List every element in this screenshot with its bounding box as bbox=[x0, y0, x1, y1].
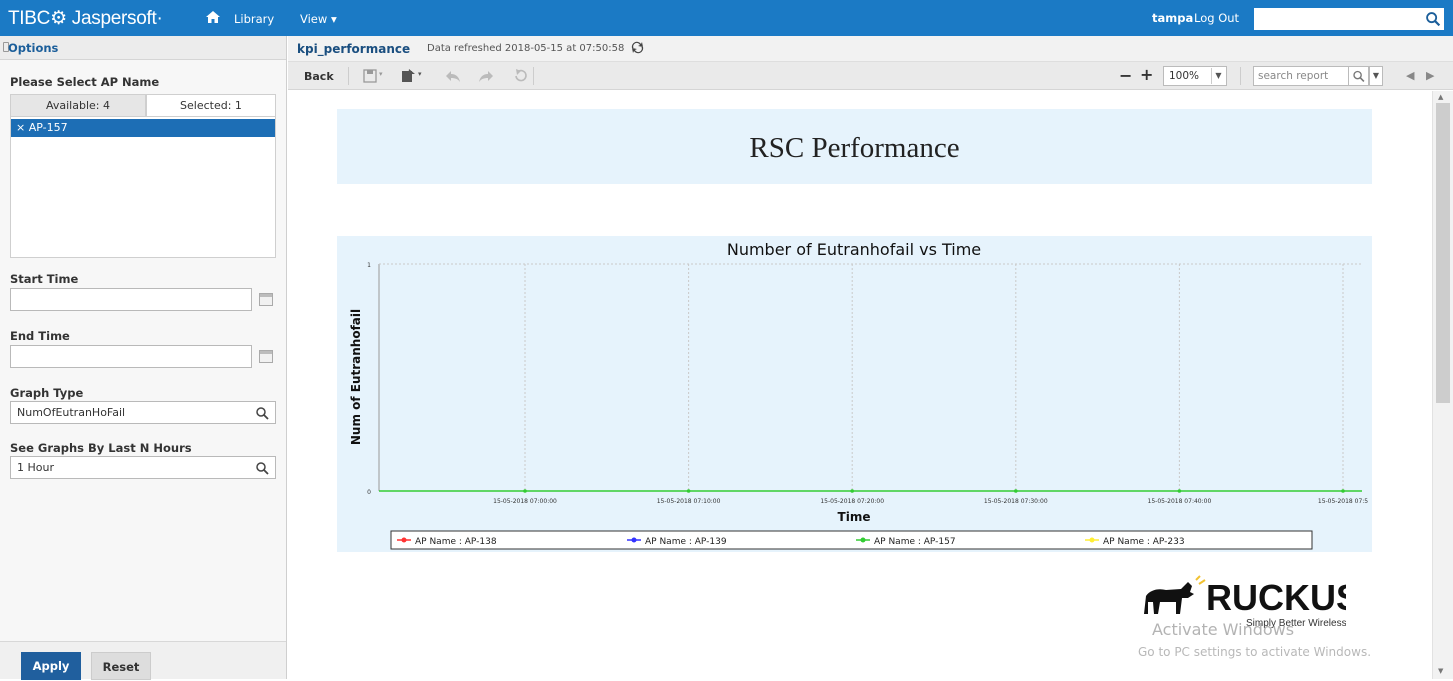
scroll-up-icon[interactable]: ▲ bbox=[1438, 93, 1443, 101]
legend-label: AP Name : AP-157 bbox=[874, 537, 956, 547]
legend-label: AP Name : AP-139 bbox=[645, 537, 727, 547]
last-n-hours-label: See Graphs By Last N Hours bbox=[10, 441, 192, 455]
y-axis-title: Num of Eutranhofail bbox=[349, 309, 363, 445]
next-result-icon[interactable]: ▶ bbox=[1426, 69, 1434, 82]
toolbar-divider bbox=[348, 67, 349, 85]
legend-marker bbox=[401, 537, 407, 543]
data-point bbox=[1014, 489, 1018, 493]
brand-logo: TIBC⚙ Jaspersoft· bbox=[8, 8, 163, 29]
x-tick-label: 15-05-2018 07:40:00 bbox=[1148, 498, 1212, 505]
toolbar-divider bbox=[1240, 67, 1241, 85]
zoom-select[interactable]: 100% ▼ bbox=[1163, 66, 1227, 86]
y-tick-label: 0 bbox=[367, 489, 371, 496]
search-icon[interactable] bbox=[255, 461, 269, 475]
zoom-out-button[interactable]: − bbox=[1119, 66, 1132, 85]
export-icon[interactable] bbox=[400, 68, 416, 84]
zoom-value: 100% bbox=[1169, 70, 1200, 82]
end-time-input[interactable] bbox=[10, 345, 252, 368]
legend-label: AP Name : AP-138 bbox=[415, 537, 497, 547]
options-footer: Apply Reset bbox=[0, 641, 286, 680]
legend-marker bbox=[631, 537, 637, 543]
y-tick-label: 1 bbox=[367, 262, 371, 269]
legend-marker bbox=[860, 537, 866, 543]
report-header: kpi_performance Data refreshed 2018-05-1… bbox=[288, 36, 1453, 62]
start-time-label: Start Time bbox=[10, 272, 79, 286]
report-canvas: RSC Performance Number of Eutranhofail v… bbox=[288, 91, 1432, 679]
x-axis-title: Time bbox=[838, 510, 871, 524]
back-button[interactable]: Back bbox=[304, 70, 334, 83]
global-search-input[interactable] bbox=[1254, 8, 1422, 30]
report-search-input[interactable]: search report bbox=[1253, 66, 1349, 86]
end-time-label: End Time bbox=[10, 329, 70, 343]
start-time-input[interactable] bbox=[10, 288, 252, 311]
tab-available[interactable]: Available: 4 bbox=[10, 94, 146, 116]
chevron-down-icon[interactable]: ▼ bbox=[1211, 68, 1225, 84]
data-point bbox=[523, 489, 527, 493]
vertical-scrollbar[interactable]: ▲ ▼ bbox=[1432, 91, 1453, 679]
report-title-band: RSC Performance bbox=[337, 109, 1372, 184]
previous-result-icon[interactable]: ◀ bbox=[1406, 69, 1414, 82]
ap-selected-list: × AP-157 bbox=[10, 116, 276, 258]
reset-button[interactable]: Reset bbox=[91, 652, 151, 680]
data-point bbox=[1177, 489, 1182, 493]
logout-link[interactable]: Log Out bbox=[1194, 11, 1239, 25]
options-title: Options bbox=[8, 41, 59, 55]
report-name: kpi_performance bbox=[297, 42, 411, 56]
apply-button[interactable]: Apply bbox=[21, 652, 81, 680]
zoom-in-button[interactable]: + bbox=[1140, 65, 1153, 84]
legend-marker bbox=[1089, 537, 1095, 543]
list-item[interactable]: × AP-157 bbox=[11, 119, 275, 137]
x-tick-label: 15-05-2018 07:20:00 bbox=[820, 498, 884, 505]
last-n-hours-select[interactable]: 1 Hour bbox=[10, 456, 276, 479]
undo-icon[interactable] bbox=[445, 68, 461, 84]
undo-all-icon[interactable] bbox=[512, 68, 528, 84]
line-chart: Number of Eutranhofail vs Time 0 1 15-05-20… bbox=[349, 240, 1368, 550]
nav-library-link[interactable]: Library bbox=[234, 12, 274, 26]
graph-type-value: NumOfEutranHoFail bbox=[17, 406, 126, 419]
home-icon[interactable] bbox=[205, 9, 221, 25]
report-title: RSC Performance bbox=[749, 132, 960, 164]
calendar-icon[interactable] bbox=[259, 350, 273, 363]
search-icon[interactable] bbox=[1349, 66, 1369, 86]
report-toolbar: Back ▾ ▾ − + 100% ▼ search report ▼ ◀ ▶ bbox=[288, 62, 1453, 90]
data-point bbox=[1341, 489, 1345, 493]
redo-icon[interactable] bbox=[478, 68, 494, 84]
legend-label: AP Name : AP-233 bbox=[1103, 537, 1185, 547]
activate-windows-title: Activate Windows bbox=[1152, 620, 1295, 639]
options-header: Options bbox=[0, 36, 286, 60]
chevron-down-icon[interactable]: ▾ bbox=[379, 70, 383, 78]
scroll-down-icon[interactable]: ▼ bbox=[1438, 667, 1443, 675]
graph-type-select[interactable]: NumOfEutranHoFail bbox=[10, 401, 276, 424]
x-tick-label: 15-05-2018 07:00:00 bbox=[493, 498, 557, 505]
activate-windows-subtitle: Go to PC settings to activate Windows. bbox=[1138, 645, 1372, 659]
last-n-hours-value: 1 Hour bbox=[17, 461, 54, 474]
ap-tabs: Available: 4 Selected: 1 bbox=[10, 94, 276, 116]
x-tick-label: 15-05-2018 07:30:00 bbox=[984, 498, 1048, 505]
data-refreshed-text: Data refreshed 2018-05-15 at 07:50:58 bbox=[427, 43, 625, 54]
search-icon[interactable] bbox=[1422, 8, 1444, 30]
graph-type-label: Graph Type bbox=[10, 386, 84, 400]
top-bar: TIBC⚙ Jaspersoft· Library View ▾ tampa L… bbox=[0, 0, 1453, 36]
scrollbar-thumb[interactable] bbox=[1436, 103, 1450, 403]
toolbar-divider bbox=[533, 67, 534, 85]
calendar-icon[interactable] bbox=[259, 293, 273, 306]
x-tick-label: 15-05-2018 07:5 bbox=[1318, 498, 1368, 505]
svg-text:RUCKUS: RUCKUS bbox=[1206, 577, 1346, 618]
save-icon[interactable] bbox=[362, 68, 378, 84]
tab-selected[interactable]: Selected: 1 bbox=[146, 94, 276, 116]
data-point bbox=[686, 489, 691, 493]
chart-title: Number of Eutranhofail vs Time bbox=[727, 240, 981, 259]
search-icon[interactable] bbox=[255, 406, 269, 420]
nav-view-menu[interactable]: View ▾ bbox=[300, 12, 337, 26]
data-point bbox=[850, 489, 854, 493]
chevron-down-icon[interactable]: ▾ bbox=[418, 70, 422, 78]
chevron-down-icon[interactable]: ▼ bbox=[1369, 66, 1383, 86]
refresh-icon[interactable] bbox=[630, 41, 645, 54]
ap-name-label: Please Select AP Name bbox=[10, 75, 160, 89]
x-tick-label: 15-05-2018 07:10:00 bbox=[657, 498, 721, 505]
user-name: tampa bbox=[1152, 11, 1194, 25]
options-panel: Options Please Select AP Name Available:… bbox=[0, 36, 287, 680]
chart-area: Number of Eutranhofail vs Time 0 1 15-05-20… bbox=[337, 236, 1372, 552]
